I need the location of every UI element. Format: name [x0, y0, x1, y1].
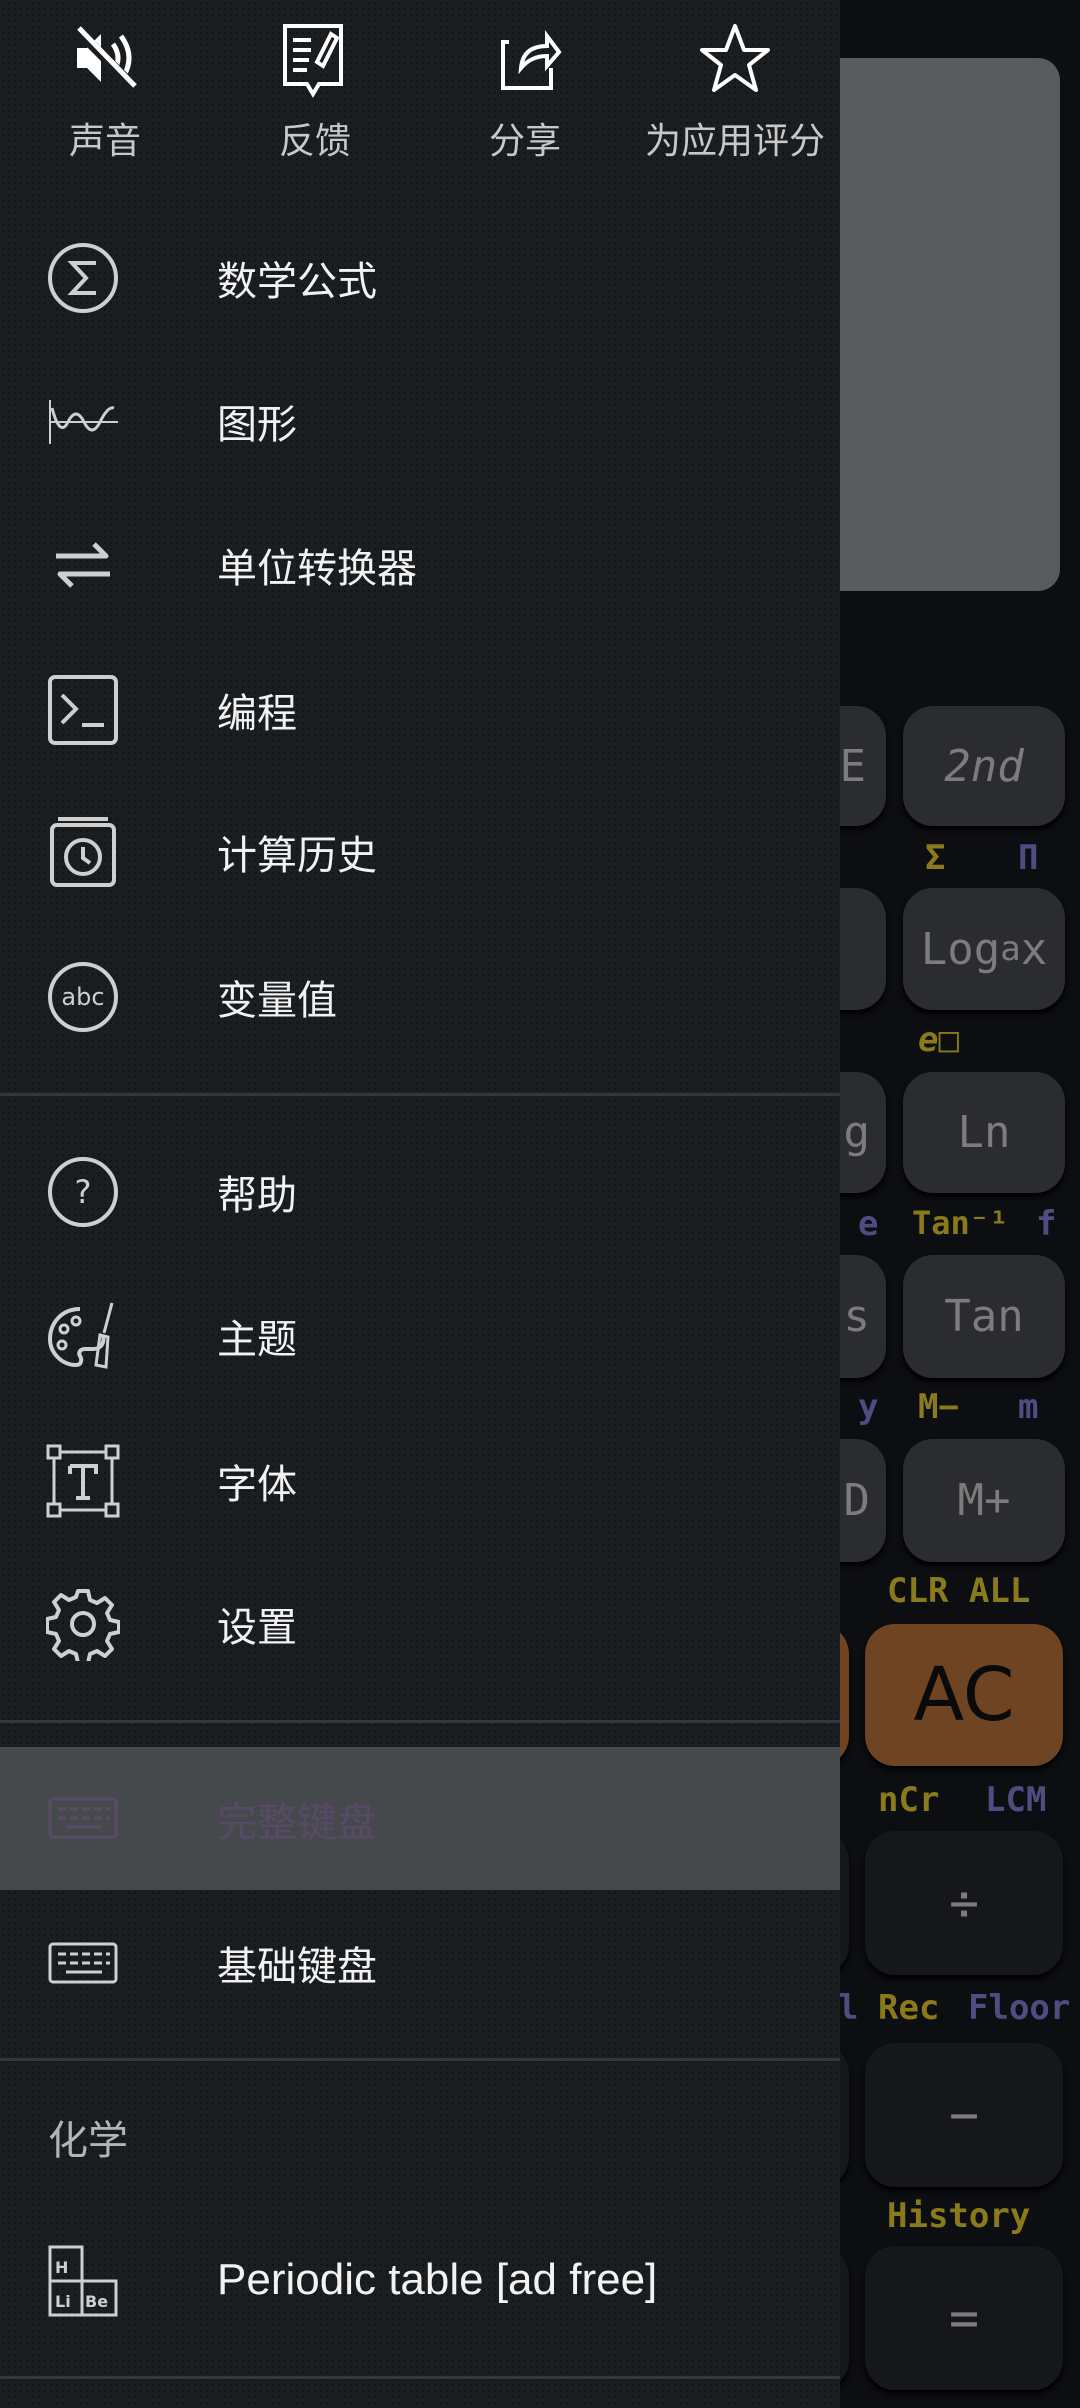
loga-sub: a [1000, 929, 1021, 969]
label-ncr: nCr [878, 1780, 940, 1820]
key-loga[interactable]: Log a x [903, 888, 1065, 1010]
terminal-icon [48, 675, 118, 745]
drawer-top-actions: 声音 反馈 分享 为应用评分 [0, 0, 840, 200]
label-sigma: Σ [925, 838, 946, 878]
menu-item-label: 图形 [217, 402, 297, 448]
star-icon [700, 24, 770, 92]
convert-arrows-icon [56, 542, 110, 588]
share-icon [501, 30, 562, 90]
sound-off-icon [73, 26, 137, 90]
menu-item-unit-converter[interactable]: 单位转换器 [0, 493, 840, 637]
loga-x: x [1020, 923, 1048, 975]
label-l: l [838, 1988, 859, 2028]
help-icon: ? [48, 1157, 118, 1227]
menu-item-label: 帮助 [217, 1173, 297, 1219]
menu-item-label: 数学公式 [217, 259, 377, 305]
label-m: m [1018, 1387, 1039, 1427]
svg-text:Li: Li [55, 2292, 71, 2311]
svg-text:H: H [55, 2258, 68, 2277]
menu-item-settings[interactable]: 设置 [0, 1552, 840, 1696]
share-label: 分享 [488, 121, 561, 162]
label-atan: Tan⁻¹ [912, 1204, 1009, 1242]
keyboard-icon [48, 1942, 118, 1984]
svg-text:?: ? [75, 1173, 92, 1211]
menu-item-label: 完整键盘 [217, 1799, 377, 1846]
svg-text:Be: Be [85, 2292, 108, 2311]
abc-icon: abc [48, 962, 118, 1032]
rate-app-label: 为应用评分 [644, 121, 825, 162]
key-minus[interactable]: − [865, 2043, 1063, 2187]
feedback-button[interactable]: 反馈 [210, 18, 420, 164]
label-m-minus: M− [918, 1387, 959, 1427]
font-icon [46, 1444, 120, 1518]
keyboard-icon [48, 1797, 118, 1839]
sigma-icon [48, 243, 118, 313]
share-button[interactable]: 分享 [420, 18, 630, 164]
sound-button[interactable]: 声音 [0, 18, 210, 164]
periodic-table-icon: H Li Be [48, 2245, 118, 2317]
menu-item-programming[interactable]: 编程 [0, 638, 840, 782]
divider [0, 1093, 840, 1096]
navigation-drawer: 声音 反馈 分享 为应用评分 数学公式 图形 单位转换器 编程 计算历史 abc [0, 0, 840, 2408]
menu-item-label: 计算历史 [217, 833, 377, 879]
menu-item-help[interactable]: ? 帮助 [0, 1120, 840, 1264]
label-e-power: e□ [918, 1020, 959, 1060]
history-icon [50, 817, 116, 887]
label-pi: Π [1018, 838, 1039, 878]
graph-icon [49, 400, 118, 444]
loga-label: Log [920, 923, 1001, 975]
menu-item-label: 基础键盘 [217, 1944, 377, 1990]
key-divide[interactable]: ÷ [865, 1831, 1063, 1975]
key-tan[interactable]: Tan [903, 1255, 1065, 1378]
menu-item-label: 编程 [217, 691, 297, 737]
label-history: History [887, 2196, 1031, 2236]
menu-item-font[interactable]: 字体 [0, 1409, 840, 1553]
feedback-label: 反馈 [278, 121, 351, 162]
menu-item-math-formulas[interactable]: 数学公式 [0, 206, 840, 350]
menu-item-label: 字体 [217, 1462, 297, 1508]
divider [0, 1720, 840, 1723]
menu-item-full-keyboard[interactable]: 完整键盘 [0, 1747, 840, 1890]
palette-icon [47, 1302, 114, 1369]
label-clr-all: CLR ALL [887, 1571, 1031, 1611]
svg-text:abc: abc [61, 983, 104, 1011]
sound-label: 声音 [68, 121, 141, 162]
menu-item-periodic-table[interactable]: H Li Be Periodic table [ad free] [0, 2208, 840, 2352]
key-equals[interactable]: = [865, 2246, 1063, 2390]
label-f: f [1036, 1204, 1057, 1244]
label-lcm: LCM [985, 1780, 1047, 1820]
key-m-plus[interactable]: M+ [903, 1439, 1065, 1562]
label-y: y [858, 1387, 879, 1427]
section-header-chemistry: 化学 [48, 2118, 128, 2164]
key-2nd[interactable]: 2nd [903, 706, 1065, 826]
menu-item-label: 主题 [217, 1317, 297, 1363]
key-ac[interactable]: AC [865, 1624, 1063, 1766]
menu-item-theme[interactable]: 主题 [0, 1264, 840, 1408]
divider [0, 2376, 840, 2379]
menu-item-graph[interactable]: 图形 [0, 349, 840, 493]
divider [0, 2058, 840, 2061]
label-rec: Rec [878, 1988, 940, 2028]
feedback-icon [283, 24, 343, 98]
menu-item-label: 单位转换器 [217, 546, 417, 592]
menu-item-variables[interactable]: abc 变量值 [0, 925, 840, 1069]
menu-item-basic-keyboard[interactable]: 基础键盘 [0, 1891, 840, 2035]
label-floor: Floor [968, 1988, 1071, 2028]
menu-item-label: 变量值 [217, 978, 337, 1024]
key-ln[interactable]: Ln [903, 1072, 1065, 1193]
label-e: e [858, 1204, 879, 1244]
rate-app-button[interactable]: 为应用评分 [630, 18, 840, 164]
menu-item-label: Periodic table [ad free] [217, 2255, 658, 2304]
gear-icon [46, 1589, 120, 1661]
menu-item-history[interactable]: 计算历史 [0, 780, 840, 924]
menu-item-label: 设置 [217, 1605, 297, 1651]
